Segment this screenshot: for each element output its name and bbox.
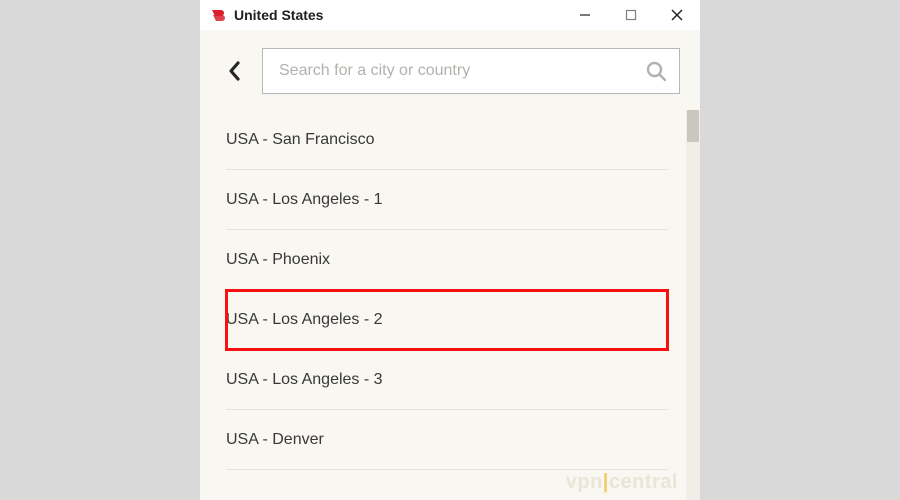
- titlebar: United States: [200, 0, 700, 30]
- location-item[interactable]: USA - Denver: [226, 410, 668, 470]
- scrollbar-track[interactable]: [686, 110, 700, 500]
- location-list: USA - San Francisco USA - Los Angeles - 1…: [200, 110, 686, 500]
- window-title: United States: [234, 7, 323, 23]
- search-input[interactable]: [279, 62, 645, 80]
- close-button[interactable]: [654, 0, 700, 30]
- scrollbar-thumb[interactable]: [687, 110, 699, 142]
- location-label: USA - Phoenix: [226, 251, 330, 269]
- location-item[interactable]: USA - Los Angeles - 3: [226, 350, 668, 410]
- location-label: USA - Los Angeles - 2: [226, 311, 383, 329]
- content-area: USA - San Francisco USA - Los Angeles - 1…: [200, 30, 700, 500]
- app-window: United States: [200, 0, 700, 500]
- chevron-left-icon: [227, 60, 241, 82]
- location-item[interactable]: USA - Los Angeles - 2: [226, 290, 668, 350]
- minimize-button[interactable]: [562, 0, 608, 30]
- maximize-button[interactable]: [608, 0, 654, 30]
- location-item[interactable]: USA - San Francisco: [226, 110, 668, 170]
- location-label: USA - Denver: [226, 431, 324, 449]
- window-controls: [562, 0, 700, 30]
- location-item[interactable]: USA - Los Angeles - 1: [226, 170, 668, 230]
- location-item[interactable]: USA - Phoenix: [226, 230, 668, 290]
- location-label: USA - San Francisco: [226, 131, 375, 149]
- search-row: [200, 30, 700, 110]
- search-icon: [645, 60, 667, 82]
- location-label: USA - Los Angeles - 3: [226, 371, 383, 389]
- app-logo-icon: [210, 7, 226, 23]
- location-label: USA - Los Angeles - 1: [226, 191, 383, 209]
- search-box[interactable]: [262, 48, 680, 94]
- location-list-wrap: USA - San Francisco USA - Los Angeles - 1…: [200, 110, 700, 500]
- back-button[interactable]: [220, 57, 248, 85]
